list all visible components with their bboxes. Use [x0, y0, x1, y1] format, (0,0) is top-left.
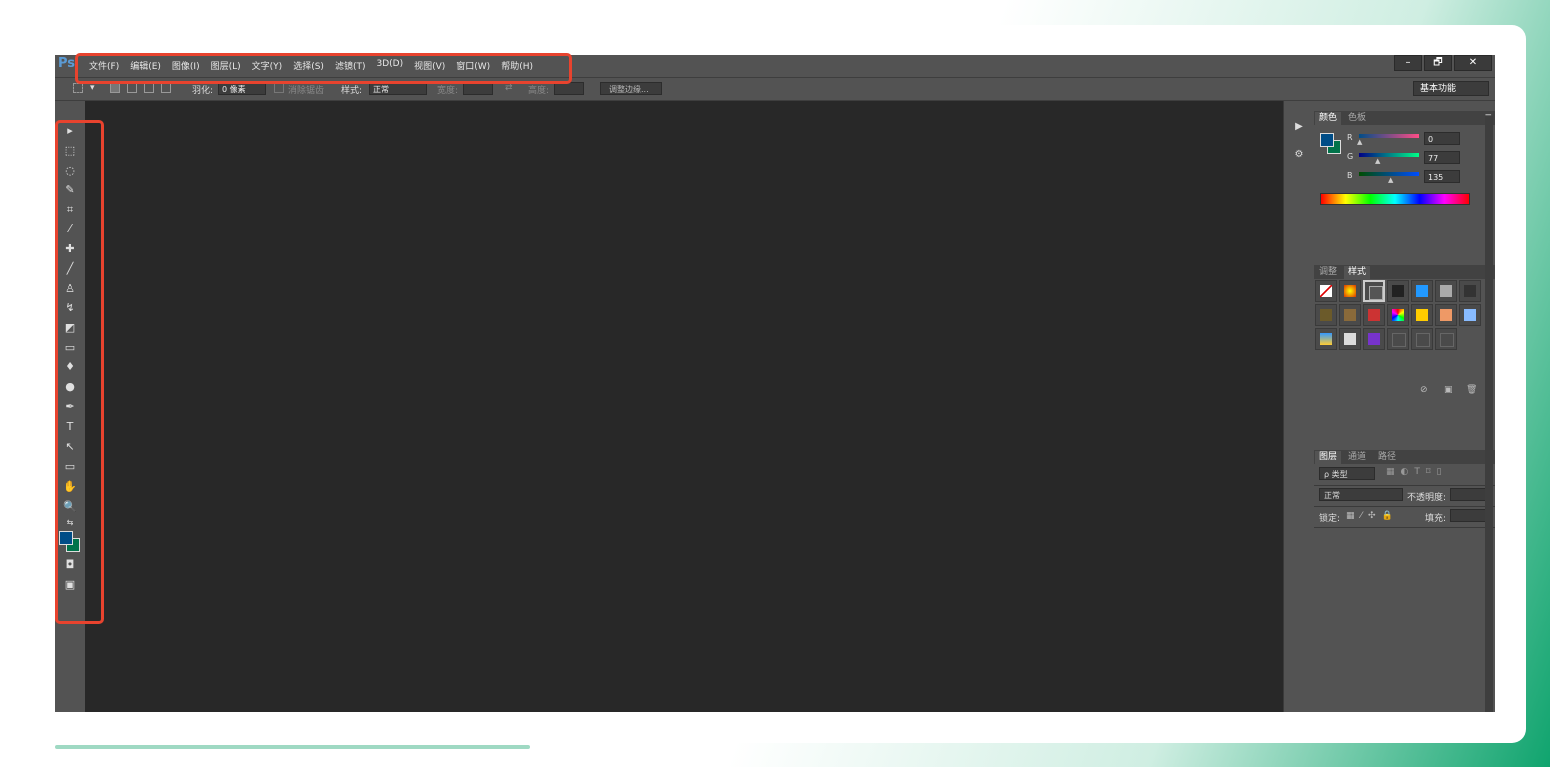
style-swatch[interactable]	[1339, 280, 1361, 302]
height-label: 高度:	[528, 86, 550, 96]
opacity-label: 不透明度:	[1407, 493, 1447, 503]
fill-label: 填充:	[1425, 514, 1447, 524]
divider	[1314, 527, 1495, 528]
slider-knob-icon[interactable]: ▲	[1388, 176, 1393, 184]
style-label: 样式:	[341, 86, 363, 96]
styles-panel-tabs: 调整 样式 ≡	[1314, 265, 1495, 279]
tab-layers[interactable]: 图层	[1315, 451, 1342, 464]
foreground-color-swatch[interactable]	[59, 531, 73, 545]
right-panels: 颜色 色板 ≡ R ▲ 0 G ▲ 77 B ▲ 135 调整 样式 ≡	[1314, 101, 1495, 712]
width-label: 宽度:	[437, 86, 459, 96]
lock-icons[interactable]: ▦⁄✣🔒	[1346, 511, 1399, 521]
channel-b-input[interactable]: 135	[1424, 170, 1460, 183]
lock-label: 锁定:	[1319, 514, 1341, 524]
new-selection-icon[interactable]	[110, 83, 120, 93]
layers-panel-tabs: 图层 通道 路径 ≡	[1314, 450, 1495, 464]
style-swatch[interactable]	[1315, 328, 1337, 350]
layer-filter-icons[interactable]: ▦◐T⌑▯	[1386, 467, 1447, 477]
progress-bar	[55, 745, 530, 749]
tab-swatches[interactable]: 色板	[1344, 112, 1370, 125]
slider-knob-icon[interactable]: ▲	[1375, 157, 1380, 165]
refine-edge-button[interactable]: 调整边缘...	[600, 82, 662, 95]
channel-r-slider[interactable]	[1359, 134, 1419, 138]
style-swatch[interactable]	[1315, 304, 1337, 326]
style-swatch[interactable]	[1435, 328, 1457, 350]
delete-style-icon[interactable]: 🗑	[1466, 385, 1477, 395]
close-button[interactable]: ✕	[1454, 55, 1492, 71]
style-swatch[interactable]	[1387, 280, 1409, 302]
feather-label: 羽化:	[192, 86, 214, 96]
fill-input[interactable]	[1450, 509, 1490, 522]
channel-r-input[interactable]: 0	[1424, 132, 1460, 145]
ps-logo: Ps	[58, 56, 76, 71]
antialias-checkbox[interactable]	[274, 83, 284, 93]
window-controls: – 🗗 ✕	[1394, 55, 1492, 71]
intersect-selection-icon[interactable]	[161, 83, 171, 93]
collapsed-panel-dock: ▶ ⚙	[1283, 101, 1314, 712]
minimize-button[interactable]: –	[1394, 55, 1422, 71]
clear-style-icon[interactable]: ⊘	[1420, 385, 1428, 395]
style-swatch[interactable]	[1435, 304, 1457, 326]
style-swatch[interactable]	[1435, 280, 1457, 302]
channel-g-label: G	[1347, 152, 1354, 161]
swap-icon[interactable]: ⇄	[505, 83, 513, 93]
style-swatch[interactable]	[1411, 280, 1433, 302]
channel-b-label: B	[1347, 171, 1353, 180]
new-style-icon[interactable]: ▣	[1444, 385, 1453, 395]
tab-channels[interactable]: 通道	[1344, 451, 1370, 464]
style-swatch[interactable]	[1387, 304, 1409, 326]
style-swatch[interactable]	[1363, 280, 1385, 302]
divider	[1314, 506, 1495, 507]
photoshop-window: Ps 文件(F) 编辑(E) 图像(I) 图层(L) 文字(Y) 选择(S) 滤…	[55, 55, 1495, 712]
style-swatch[interactable]	[1459, 280, 1481, 302]
channel-g-input[interactable]: 77	[1424, 151, 1460, 164]
style-swatch[interactable]	[1411, 304, 1433, 326]
blend-mode-select[interactable]: 正常	[1319, 488, 1403, 501]
style-swatch[interactable]	[1363, 304, 1385, 326]
preset-dropdown-icon[interactable]: ▾	[90, 83, 95, 93]
subtract-selection-icon[interactable]	[144, 83, 154, 93]
opacity-input[interactable]	[1450, 488, 1490, 501]
style-swatch[interactable]	[1339, 328, 1361, 350]
menu-highlight-box	[75, 53, 572, 84]
antialias-label: 消除锯齿	[288, 86, 325, 96]
color-spectrum-bar[interactable]	[1320, 193, 1470, 205]
color-foreground-swatch[interactable]	[1320, 133, 1334, 147]
tab-paths[interactable]: 路径	[1374, 451, 1400, 464]
tab-styles[interactable]: 样式	[1344, 266, 1371, 279]
style-swatch[interactable]	[1411, 328, 1433, 350]
actions-play-icon[interactable]: ▶	[1291, 121, 1307, 135]
add-selection-icon[interactable]	[127, 83, 137, 93]
divider	[1314, 485, 1495, 486]
canvas-area[interactable]	[85, 101, 1283, 712]
channel-r-label: R	[1347, 133, 1353, 142]
style-swatch[interactable]	[1363, 328, 1385, 350]
tab-adjustments[interactable]: 调整	[1315, 266, 1341, 279]
layer-filter-select[interactable]: ρ 类型	[1319, 467, 1375, 480]
color-panel-tabs: 颜色 色板 ≡	[1314, 111, 1495, 125]
channel-g-slider[interactable]	[1359, 153, 1419, 157]
marquee-preset-icon[interactable]	[73, 83, 83, 93]
toolbox-highlight-box	[55, 120, 104, 624]
style-swatch[interactable]	[1387, 328, 1409, 350]
style-swatch[interactable]	[1459, 304, 1481, 326]
style-swatch[interactable]	[1339, 304, 1361, 326]
panel-scrollbar[interactable]	[1485, 116, 1493, 712]
style-swatch[interactable]	[1315, 280, 1337, 302]
restore-button[interactable]: 🗗	[1424, 55, 1452, 71]
slider-knob-icon[interactable]: ▲	[1357, 138, 1362, 146]
workspace-select[interactable]: 基本功能	[1413, 81, 1489, 96]
tab-color[interactable]: 颜色	[1315, 112, 1342, 125]
properties-icon[interactable]: ⚙	[1291, 149, 1307, 163]
